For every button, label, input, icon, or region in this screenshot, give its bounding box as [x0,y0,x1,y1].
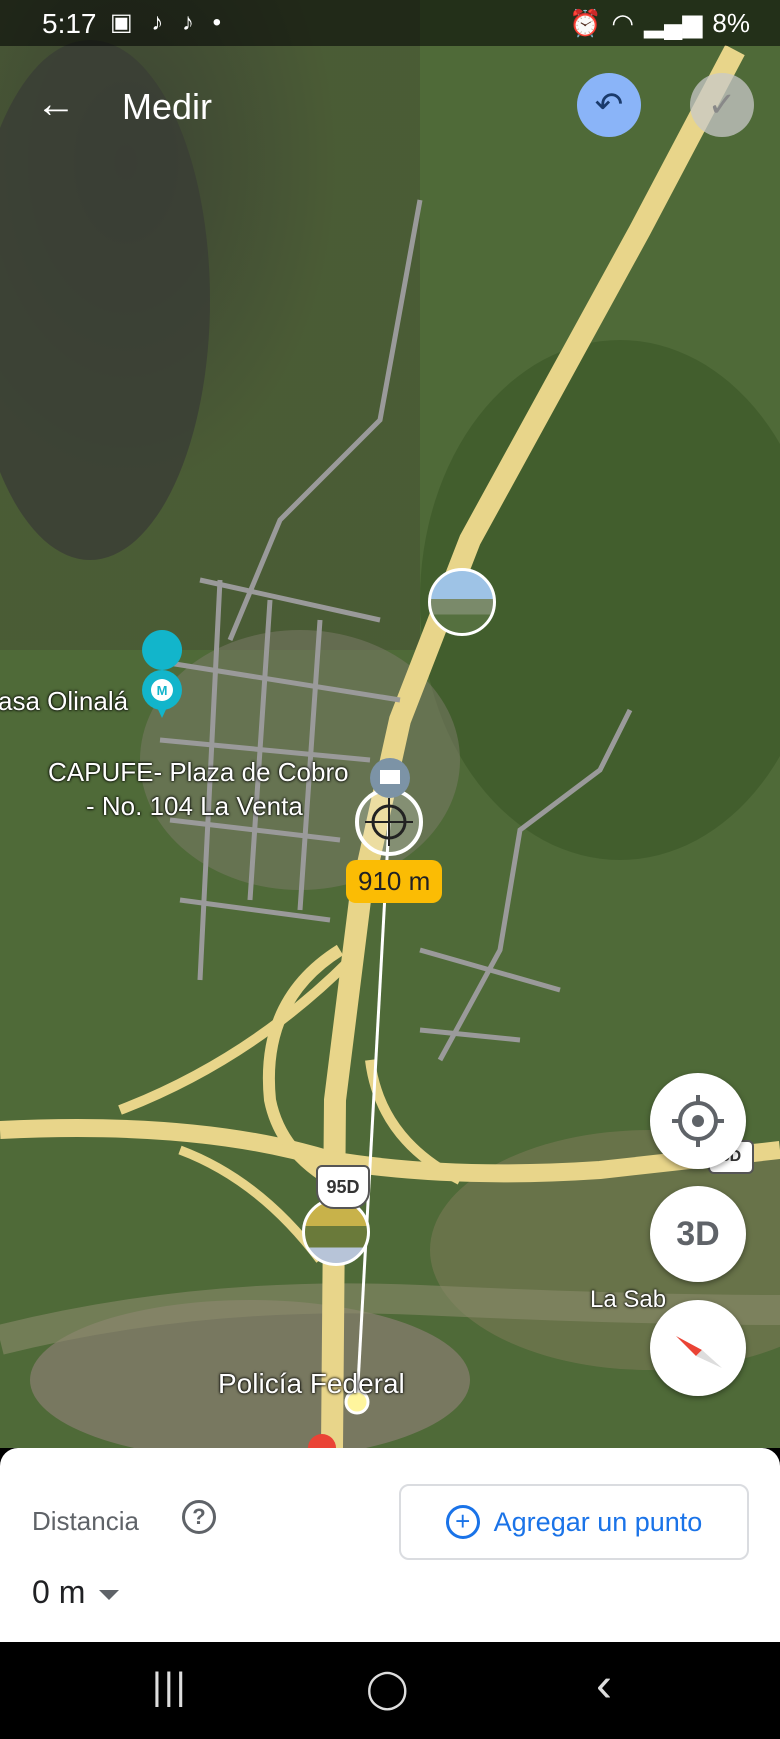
distance-unit-dropdown[interactable]: 0 m [32,1574,120,1611]
back-arrow-icon[interactable]: ← [36,82,84,130]
undo-button[interactable]: ↶ [577,73,641,137]
status-time: 5:17 [42,8,97,39]
page-title: Medir [122,86,213,127]
nav-back-button[interactable]: ‹ [596,1658,612,1713]
help-icon[interactable]: ? [182,1500,216,1534]
top-app-bar: ← Medir ↶ ✓ [0,60,780,150]
map-view[interactable]: M asa Olinalá CAPUFE- Plaza de Cobro - N… [0,0,780,1448]
signal-icon: ▂▄▆ [644,8,703,38]
compass-icon [676,1336,722,1368]
measured-distance-tag: 910 m [346,860,443,903]
recents-button[interactable]: ||| [152,1666,188,1709]
place-label-olinala[interactable]: asa Olinalá [0,686,128,717]
my-location-button[interactable] [650,1073,746,1169]
place-label-capufe-line2[interactable]: - No. 104 La Venta [86,791,303,822]
status-bar: 5:17 ▣ ♪ ♪ • ⏰ ◠ ▂▄▆ 8% [0,0,780,46]
wifi-icon: ◠ [611,8,634,38]
add-circle-icon: + [445,1505,480,1539]
status-right-group: ⏰ ◠ ▂▄▆ 8% [569,8,750,39]
crosshair-location-icon [672,1095,724,1147]
svg-text:M: M [157,683,168,698]
photo-pin-mountains[interactable] [428,568,496,636]
alarm-icon: ⏰ [568,8,602,38]
add-point-button[interactable]: + Agregar un punto [399,1484,749,1560]
battery-level: 8% [712,8,750,38]
road-shield-95d: 95D [316,1165,370,1209]
measure-bottom-sheet: Distancia ? + Agregar un punto 0 m [0,1448,780,1642]
3d-toggle-button[interactable]: 3D [650,1186,746,1282]
place-label-policia-federal[interactable]: Policía Federal [218,1368,405,1400]
dropdown-arrow-icon [99,1589,120,1600]
compass-button[interactable] [650,1300,746,1396]
place-label-capufe-line1[interactable]: CAPUFE- Plaza de Cobro [48,757,349,788]
distance-label: Distancia [32,1506,139,1536]
distance-value: 0 m [32,1574,86,1610]
add-point-label: Agregar un punto [493,1506,703,1537]
system-nav-bar: ||| ◯ ‹ [0,1642,780,1739]
home-button[interactable]: ◯ [366,1666,409,1711]
confirm-check-button[interactable]: ✓ [690,73,754,137]
notification-icons: ▣ ♪ ♪ • [110,9,228,36]
